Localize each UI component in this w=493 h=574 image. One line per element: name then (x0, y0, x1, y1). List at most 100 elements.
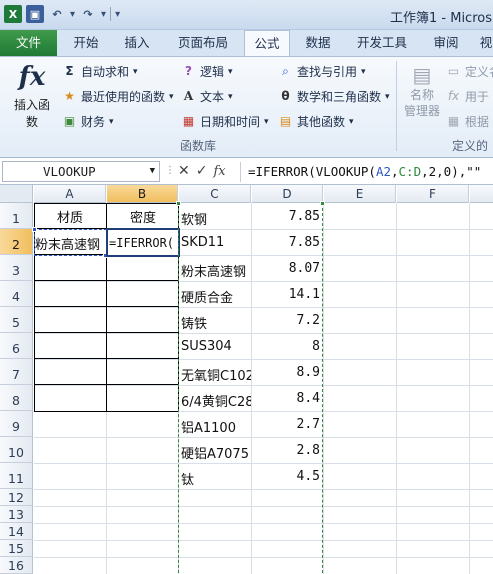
row-header-7[interactable]: 7 (0, 359, 33, 385)
cell-d6[interactable]: 8 (252, 339, 320, 354)
cell-c6[interactable]: SUS304 (181, 339, 251, 354)
define-name-button[interactable]: ▭ 定义名 (446, 63, 493, 80)
redo-icon[interactable]: ↷ (79, 5, 97, 23)
cell-c5[interactable]: 铸铁 (181, 313, 251, 332)
customize-qat-icon[interactable]: ▾ (115, 9, 120, 20)
financial-button[interactable]: ▣ 财务 ▾ (62, 113, 114, 130)
column-header-f[interactable]: F (397, 185, 469, 203)
excel-logo-icon[interactable]: X (4, 5, 22, 23)
column-header-b[interactable]: B (107, 185, 178, 203)
row-header-8[interactable]: 8 (0, 385, 33, 411)
cell-c3[interactable]: 粉末高速钢 (181, 261, 251, 280)
row-header-2[interactable]: 2 (0, 229, 33, 255)
cell-b1[interactable]: 密度 (107, 207, 179, 226)
tab-view[interactable]: 视 (476, 30, 493, 56)
row-header-14[interactable]: 14 (0, 523, 33, 540)
tab-file[interactable]: 文件 (0, 30, 57, 56)
select-all-corner[interactable] (0, 185, 33, 203)
tab-data[interactable]: 数据 (294, 30, 342, 56)
tab-formulas[interactable]: 公式 (244, 30, 290, 57)
row-header-10[interactable]: 10 (0, 437, 33, 463)
name-manager-button[interactable]: ▤ 名称 管理器 (402, 63, 442, 119)
redo-dropdown-icon[interactable]: ▾ (101, 9, 106, 20)
column-header-a[interactable]: A (34, 185, 106, 203)
chevron-down-icon: ▾ (385, 91, 390, 102)
row-header-5[interactable]: 5 (0, 307, 33, 333)
column-header-d[interactable]: D (252, 185, 323, 203)
save-icon[interactable]: ▣ (26, 5, 44, 23)
cell-d1[interactable]: 7.85 (252, 209, 320, 224)
insert-function-label: 插入函数 (13, 98, 50, 129)
text-button[interactable]: A 文本 ▾ (181, 88, 233, 105)
cell-c4[interactable]: 硬质合金 (181, 287, 251, 306)
enter-icon[interactable]: ✓ (196, 163, 208, 179)
cell-d11[interactable]: 4.5 (252, 469, 320, 484)
row-header-13[interactable]: 13 (0, 506, 33, 523)
tab-insert[interactable]: 插入 (113, 30, 161, 56)
tab-developer[interactable]: 开发工具 (347, 30, 417, 56)
splitter-icon[interactable]: ⋮ (165, 165, 175, 176)
autosum-button[interactable]: Σ 自动求和 ▾ (62, 63, 137, 80)
row-header-6[interactable]: 6 (0, 333, 33, 359)
recently-used-label: 最近使用的函数 (81, 90, 166, 104)
cell-c8[interactable]: 6/4黄铜C2801 (181, 391, 251, 410)
cell-c1[interactable]: 软钢 (181, 209, 251, 228)
cell-d8[interactable]: 8.4 (252, 391, 320, 406)
cell-d5[interactable]: 7.2 (252, 313, 320, 328)
row-header-4[interactable]: 4 (0, 281, 33, 307)
function-library-group-label: 函数库 (180, 139, 217, 153)
create-from-selection-button[interactable]: ▦ 根据 (446, 113, 489, 130)
recently-used-button[interactable]: ★ 最近使用的函数 ▾ (62, 88, 173, 105)
cell-a1[interactable]: 材质 (34, 207, 106, 226)
row-header-12[interactable]: 12 (0, 489, 33, 506)
worksheet-grid[interactable]: A B C D E F 1 2 3 4 5 6 7 8 9 10 11 12 13 14 15 16 材质 密… (0, 185, 493, 574)
formula-input[interactable]: =IFERROR(VLOOKUP(A2,C:D,2,0),"" (248, 162, 493, 182)
tab-page-layout[interactable]: 页面布局 (167, 30, 239, 56)
chevron-down-icon[interactable]: ▼ (150, 162, 155, 181)
name-box[interactable]: VLOOKUP ▼ (2, 161, 160, 182)
cell-d9[interactable]: 2.7 (252, 417, 320, 432)
math-trig-button[interactable]: θ 数学和三角函数 ▾ (278, 88, 390, 105)
date-time-button[interactable]: ▦ 日期和时间 ▾ (181, 113, 269, 130)
undo-icon[interactable]: ↶ (48, 5, 66, 23)
fx-icon[interactable]: fx (213, 164, 225, 179)
chevron-down-icon: ▾ (228, 66, 233, 77)
reference-handle[interactable] (32, 227, 37, 232)
window-title: 工作簿1 - Micros (390, 11, 492, 26)
tab-home[interactable]: 开始 (62, 30, 110, 56)
row-header-16[interactable]: 16 (0, 557, 33, 574)
cell-c7[interactable]: 无氧铜C1020 (181, 365, 251, 384)
use-in-formula-button[interactable]: fx 用于 (446, 88, 489, 105)
cell-b2-editing[interactable]: =IFERROR( (109, 236, 179, 250)
cell-c10[interactable]: 硬铝A7075 (181, 443, 251, 462)
logical-button[interactable]: ? 逻辑 ▾ (181, 63, 233, 80)
cell-c9[interactable]: 铝A1100 (181, 417, 251, 436)
gridline-col (251, 203, 252, 574)
column-header-c[interactable]: C (179, 185, 251, 203)
row-header-1[interactable]: 1 (0, 203, 33, 229)
column-header-e[interactable]: E (324, 185, 396, 203)
cell-d2[interactable]: 7.85 (252, 235, 320, 250)
group-divider (396, 61, 397, 151)
undo-dropdown-icon[interactable]: ▾ (70, 9, 75, 20)
cell-c2[interactable]: SKD11 (181, 235, 251, 250)
gridline-row (34, 437, 493, 438)
row-header-3[interactable]: 3 (0, 255, 33, 281)
tab-review[interactable]: 审阅 (421, 30, 471, 56)
cell-d10[interactable]: 2.8 (252, 443, 320, 458)
row-header-9[interactable]: 9 (0, 411, 33, 437)
range-handle[interactable] (176, 201, 181, 206)
insert-function-button[interactable]: fx 插入函数 (12, 62, 52, 130)
cell-d7[interactable]: 8.9 (252, 365, 320, 380)
cell-d4[interactable]: 14.1 (252, 287, 320, 302)
cell-d3[interactable]: 8.07 (252, 261, 320, 276)
range-handle[interactable] (320, 201, 325, 206)
calendar-icon: ▦ (182, 114, 195, 128)
lookup-reference-button[interactable]: ⌕ 查找与引用 ▾ (278, 63, 365, 80)
more-functions-button[interactable]: ▤ 其他函数 ▾ (278, 113, 354, 130)
row-header-15[interactable]: 15 (0, 540, 33, 557)
row-header-11[interactable]: 11 (0, 463, 33, 489)
column-header-g[interactable] (470, 185, 493, 203)
cell-c11[interactable]: 钛 (181, 469, 251, 488)
cancel-icon[interactable]: ✕ (178, 163, 190, 179)
